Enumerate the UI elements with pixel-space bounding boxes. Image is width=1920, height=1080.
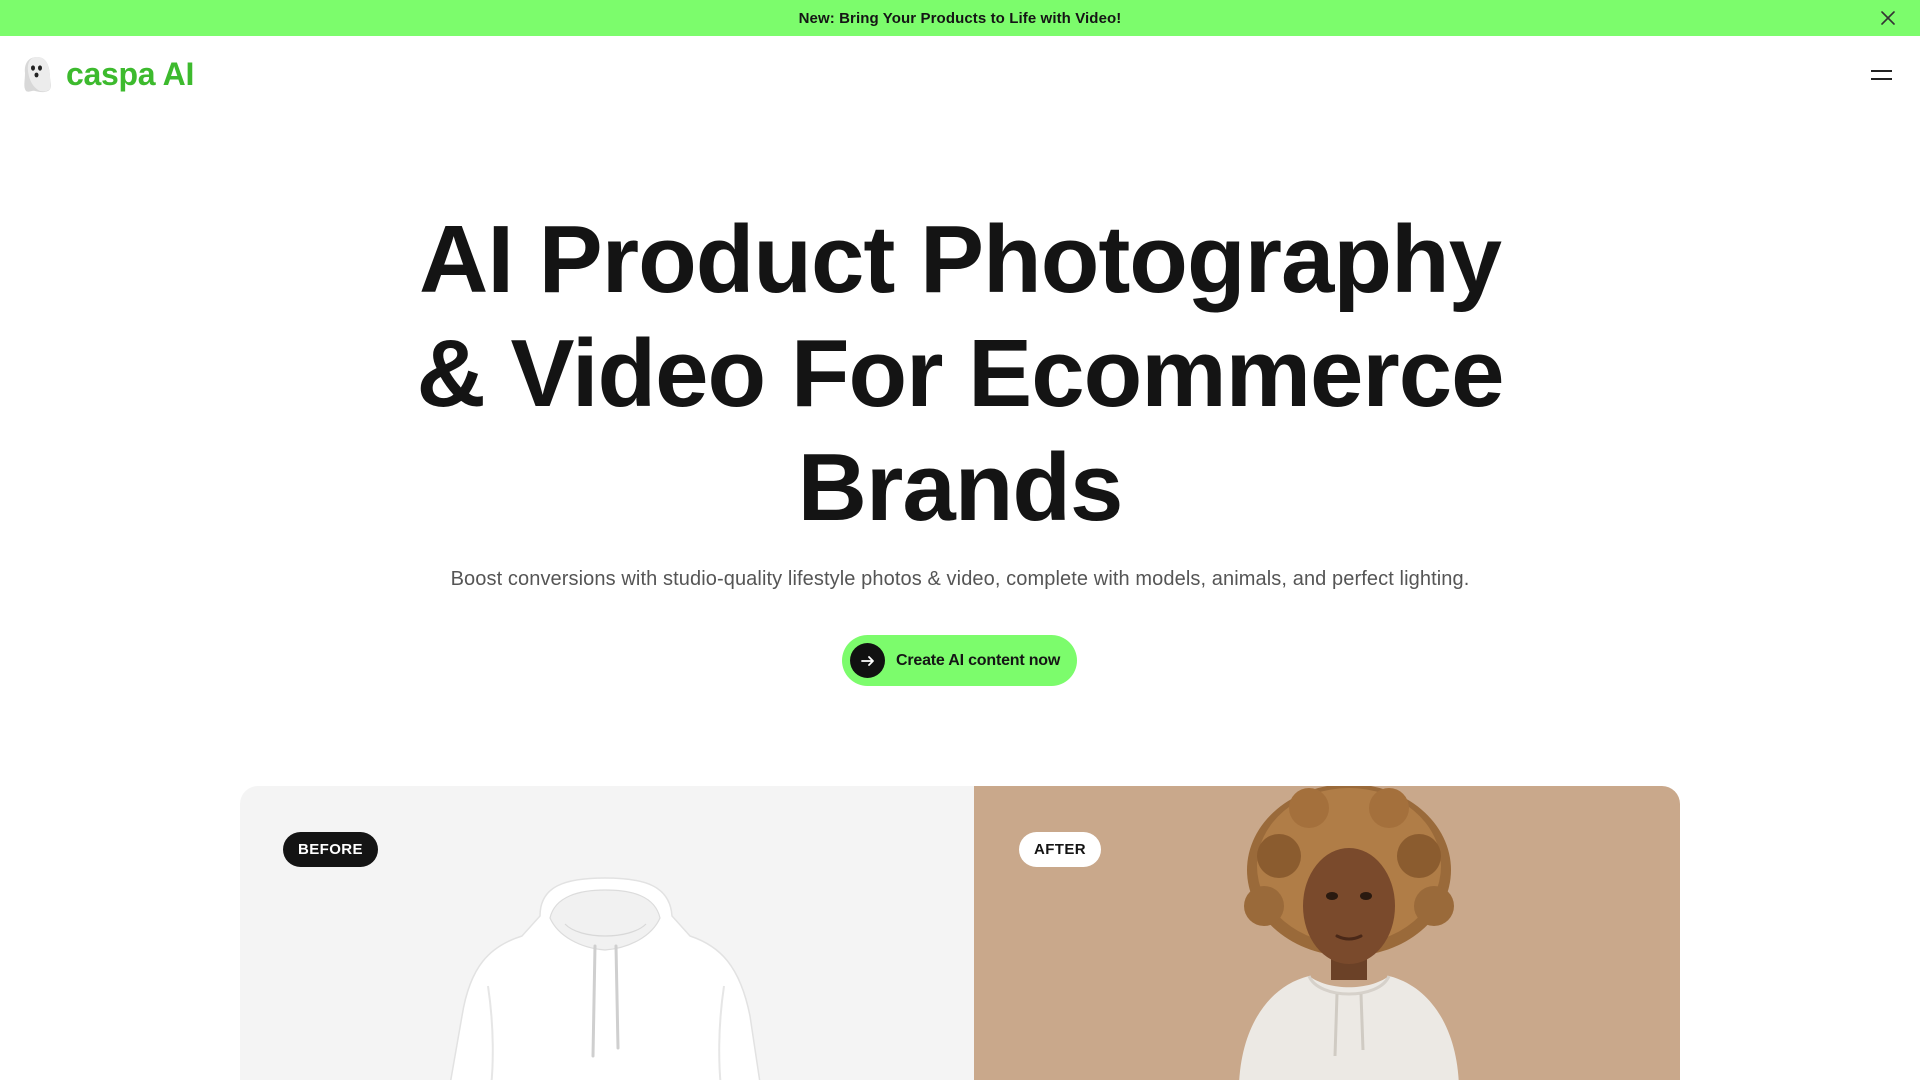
hero-title-line-2: & Video For Ecommerce xyxy=(416,320,1505,427)
before-panel: BEFORE xyxy=(240,786,974,1080)
after-badge: AFTER xyxy=(1019,832,1101,867)
hoodie-product-image xyxy=(450,877,761,1080)
brand-logo[interactable]: caspa AI xyxy=(20,54,194,94)
hero-title-line-1: AI Product Photography xyxy=(419,206,1502,313)
after-panel xyxy=(974,786,1680,1080)
arrow-right-icon xyxy=(850,643,885,678)
hero-title: AI Product Photography & Video For Ecomm… xyxy=(0,203,1920,545)
hero-subtitle: Boost conversions with studio-quality li… xyxy=(450,568,1470,590)
announcement-text[interactable]: New: Bring Your Products to Life with Vi… xyxy=(799,10,1122,27)
create-content-label: Create AI content now xyxy=(896,651,1061,669)
ghost-icon xyxy=(24,57,51,93)
before-badge: BEFORE xyxy=(283,832,378,867)
hamburger-menu-icon[interactable] xyxy=(1870,66,1894,84)
hero-title-line-3: Brands xyxy=(797,434,1124,541)
top-nav: caspa AI xyxy=(0,36,1920,116)
create-content-button[interactable]: Create AI content now xyxy=(842,635,1077,686)
brand-name: caspa AI xyxy=(66,55,195,92)
model-photo-image xyxy=(1239,786,1459,1080)
close-icon[interactable] xyxy=(1878,8,1898,28)
before-after-comparison[interactable]: BEFORE AFTER xyxy=(240,786,1680,1080)
announcement-bar: New: Bring Your Products to Life with Vi… xyxy=(0,0,1920,36)
